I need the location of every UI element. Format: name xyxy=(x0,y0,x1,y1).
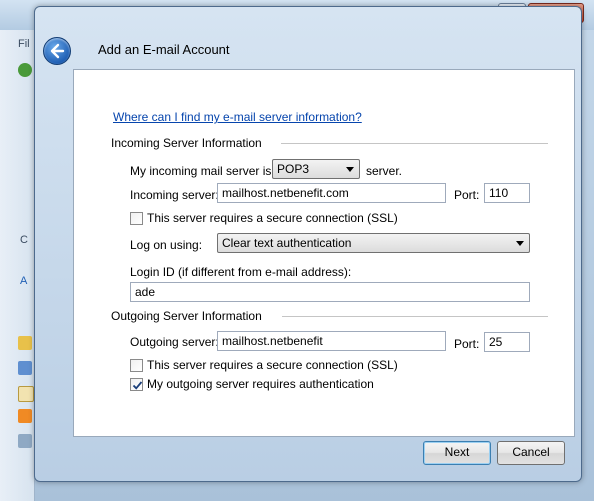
next-button[interactable]: Next xyxy=(423,441,491,465)
background-letter-c: C xyxy=(20,234,28,246)
chevron-down-icon xyxy=(516,241,524,246)
outgoing-auth-label: My outgoing server requires authenticati… xyxy=(147,377,374,391)
notes-icon[interactable] xyxy=(18,386,34,402)
logon-label: Log on using: xyxy=(130,238,203,252)
incoming-ssl-checkbox[interactable]: This server requires a secure connection… xyxy=(130,211,398,227)
incoming-port-input[interactable]: 110 xyxy=(484,183,530,203)
add-email-account-dialog: Add an E-mail Account Where can I find m… xyxy=(34,6,582,482)
outgoing-server-label: Outgoing server: xyxy=(130,335,219,349)
back-button[interactable] xyxy=(43,37,71,65)
incoming-ssl-label: This server requires a secure connection… xyxy=(147,211,398,225)
incoming-group-label: Incoming Server Information xyxy=(111,136,262,150)
logon-method-value: Clear text authentication xyxy=(222,236,352,250)
background-left-pane: Fil C A xyxy=(0,30,35,501)
back-arrow-icon xyxy=(50,43,65,59)
folder-icon[interactable] xyxy=(18,434,32,448)
outgoing-ssl-label: This server requires a secure connection… xyxy=(147,358,398,372)
login-id-input[interactable]: ade xyxy=(130,282,530,302)
checkbox-box[interactable] xyxy=(130,378,143,391)
server-type-suffix: server. xyxy=(366,164,403,178)
server-type-prefix: My incoming mail server is a xyxy=(130,164,282,178)
incoming-group-divider xyxy=(281,143,548,144)
server-type-select[interactable]: POP3 xyxy=(272,159,360,179)
server-info-help-link[interactable]: Where can I find my e-mail server inform… xyxy=(113,110,362,124)
menu-fragment[interactable]: Fil xyxy=(18,38,30,50)
cancel-button[interactable]: Cancel xyxy=(497,441,565,465)
incoming-port-label: Port: xyxy=(454,188,480,202)
outgoing-ssl-checkbox[interactable]: This server requires a secure connection… xyxy=(130,358,398,374)
outgoing-port-label: Port: xyxy=(454,337,480,351)
mail-icon[interactable] xyxy=(18,336,32,350)
checkbox-box[interactable] xyxy=(130,359,143,372)
rss-icon[interactable] xyxy=(18,409,32,423)
checkbox-box[interactable] xyxy=(130,212,143,225)
chevron-down-icon xyxy=(346,167,354,172)
checkmark-icon xyxy=(132,381,143,390)
outgoing-auth-checkbox[interactable]: My outgoing server requires authenticati… xyxy=(130,377,390,393)
background-letter-a: A xyxy=(20,275,28,287)
calendar-icon[interactable] xyxy=(18,361,32,375)
outgoing-group-label: Outgoing Server Information xyxy=(111,309,262,323)
dialog-header: Add an E-mail Account xyxy=(35,7,581,67)
outgoing-group-divider xyxy=(282,316,548,317)
incoming-server-label: Incoming server: xyxy=(130,188,219,202)
outgoing-server-input[interactable]: mailhost.netbenefit xyxy=(217,331,446,351)
outgoing-port-input[interactable]: 25 xyxy=(484,332,530,352)
login-id-label: Login ID (if different from e-mail addre… xyxy=(130,265,352,279)
dialog-content: Where can I find my e-mail server inform… xyxy=(73,69,575,437)
dialog-title: Add an E-mail Account xyxy=(98,42,230,57)
server-type-value: POP3 xyxy=(277,162,310,176)
incoming-server-input[interactable]: mailhost.netbenefit.com xyxy=(217,183,446,203)
app-icon xyxy=(18,63,32,77)
logon-method-select[interactable]: Clear text authentication xyxy=(217,233,530,253)
